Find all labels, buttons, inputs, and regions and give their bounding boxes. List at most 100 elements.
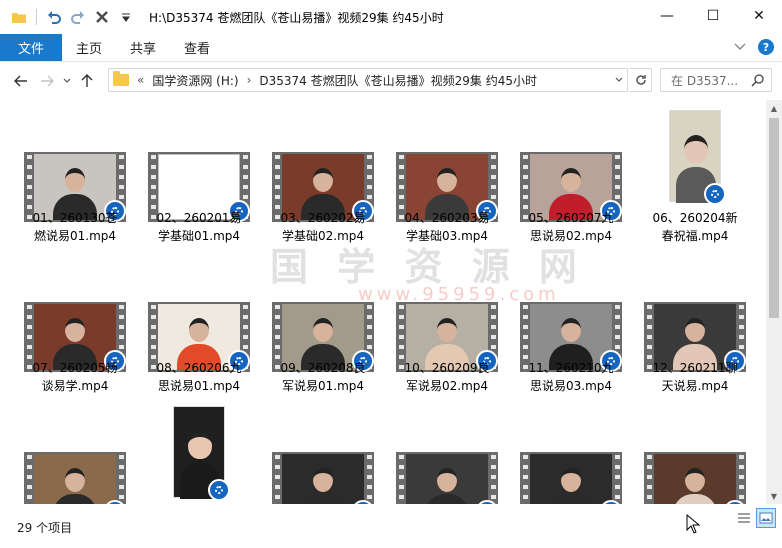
- film-hole: [274, 305, 280, 309]
- file-item[interactable]: 12、260211聊 天说易.mp4: [640, 250, 750, 398]
- file-item[interactable]: [268, 400, 378, 504]
- breadcrumb-overflow[interactable]: «: [137, 73, 144, 87]
- search-icon[interactable]: [751, 73, 765, 90]
- film-hole: [26, 465, 32, 469]
- film-hole: [366, 175, 372, 179]
- film-hole: [26, 345, 32, 349]
- file-item[interactable]: 02、260201易 学基础01.mp4: [144, 100, 254, 248]
- breadcrumb-folder[interactable]: D35374 苍燃团队《苍山易播》视频29集 约45小时: [259, 72, 537, 89]
- file-item[interactable]: 04、260203易 学基础03.mp4: [392, 100, 502, 248]
- file-item[interactable]: 07、260205畅 谈易学.mp4: [20, 250, 130, 398]
- film-hole: [150, 195, 156, 199]
- maximize-button[interactable]: ☐: [690, 0, 736, 32]
- file-item[interactable]: [144, 400, 254, 504]
- film-hole: [490, 155, 496, 159]
- vertical-scrollbar[interactable]: ▲ ▼: [766, 100, 782, 504]
- file-name: 燃说易01.mp4: [33, 229, 117, 243]
- film-hole: [26, 355, 32, 359]
- file-item[interactable]: 03、260202易 学基础02.mp4: [268, 100, 378, 248]
- film-hole: [614, 495, 620, 499]
- film-hole: [274, 315, 280, 319]
- film-hole: [490, 455, 496, 459]
- up-arrow-icon[interactable]: [74, 69, 100, 93]
- back-arrow-icon[interactable]: [8, 69, 34, 93]
- redo-icon[interactable]: [69, 8, 87, 26]
- large-icons-view-button[interactable]: [756, 508, 776, 528]
- title-bar: H:\D35374 苍燃团队《苍山易播》视频29集 约45小时 — ☐ ✕: [0, 0, 782, 34]
- file-name: 09、260208良: [280, 361, 366, 375]
- video-thumbnail: [173, 406, 230, 501]
- film-hole: [398, 175, 404, 179]
- file-item[interactable]: [516, 400, 626, 504]
- film-hole: [614, 475, 620, 479]
- film-hole: [150, 345, 156, 349]
- breadcrumb-drive[interactable]: 国学资源网 (H:): [152, 72, 238, 89]
- scrollbar-thumb[interactable]: [769, 118, 779, 318]
- help-icon[interactable]: ?: [758, 39, 774, 55]
- film-hole: [522, 205, 528, 209]
- recent-locations-icon[interactable]: [60, 69, 74, 93]
- details-view-button[interactable]: [734, 508, 754, 528]
- file-item[interactable]: [20, 400, 130, 504]
- file-name: 11、260210九: [528, 361, 614, 375]
- film-hole: [26, 305, 32, 309]
- film-hole: [118, 345, 124, 349]
- navigation-bar: « 国学资源网 (H:) › D35374 苍燃团队《苍山易播》视频29集 约4…: [0, 66, 782, 96]
- film-hole: [614, 155, 620, 159]
- tab-share[interactable]: 共享: [116, 34, 170, 61]
- close-button[interactable]: ✕: [736, 0, 782, 32]
- tab-home[interactable]: 主页: [62, 34, 116, 61]
- film-hole: [738, 475, 744, 479]
- file-item[interactable]: [392, 400, 502, 504]
- film-hole: [614, 485, 620, 489]
- tab-file[interactable]: 文件: [0, 34, 63, 61]
- film-hole: [490, 335, 496, 339]
- address-bar[interactable]: « 国学资源网 (H:) › D35374 苍燃团队《苍山易播》视频29集 约4…: [108, 68, 628, 92]
- film-hole: [490, 175, 496, 179]
- film-holes: [488, 452, 498, 504]
- scroll-up-icon[interactable]: ▲: [766, 100, 782, 116]
- film-hole: [614, 465, 620, 469]
- forward-arrow-icon[interactable]: [34, 69, 60, 93]
- scroll-down-icon[interactable]: ▼: [766, 488, 782, 504]
- delete-icon[interactable]: [93, 8, 111, 26]
- film-hole: [398, 165, 404, 169]
- film-hole: [398, 495, 404, 499]
- file-item[interactable]: 05、260207九 思说易02.mp4: [516, 100, 626, 248]
- film-hole: [614, 325, 620, 329]
- customize-toolbar-icon[interactable]: [117, 8, 135, 26]
- film-hole: [26, 205, 32, 209]
- tab-view[interactable]: 查看: [170, 34, 224, 61]
- film-hole: [490, 315, 496, 319]
- file-item[interactable]: [640, 400, 750, 504]
- film-hole: [274, 355, 280, 359]
- refresh-button[interactable]: [630, 68, 652, 92]
- file-item[interactable]: 01、260130苍 燃说易01.mp4: [20, 100, 130, 248]
- film-hole: [366, 345, 372, 349]
- breadcrumb-separator[interactable]: ›: [247, 73, 252, 87]
- thumbnail-person: [561, 168, 581, 192]
- video-thumbnail: [520, 452, 622, 504]
- film-hole: [738, 305, 744, 309]
- video-thumbnail: [24, 452, 126, 504]
- thumbnail-body: [301, 494, 345, 504]
- file-item[interactable]: 08、260206九 思说易01.mp4: [144, 250, 254, 398]
- video-frame: [406, 454, 488, 504]
- search-input[interactable]: 在 D3537...: [660, 68, 772, 92]
- film-hole: [26, 195, 32, 199]
- film-hole: [398, 155, 404, 159]
- film-hole: [522, 165, 528, 169]
- film-hole: [398, 455, 404, 459]
- thumbnail-person: [65, 168, 85, 192]
- minimize-button[interactable]: —: [644, 0, 690, 32]
- film-hole: [398, 475, 404, 479]
- film-hole: [26, 335, 32, 339]
- film-holes: [272, 452, 282, 504]
- file-item[interactable]: 06、260204新 春祝福.mp4: [640, 100, 750, 248]
- film-hole: [366, 465, 372, 469]
- undo-icon[interactable]: [45, 8, 63, 26]
- address-dropdown-icon[interactable]: [615, 75, 623, 86]
- expand-ribbon-icon[interactable]: [734, 40, 746, 54]
- film-hole: [274, 455, 280, 459]
- thumbnail-person: [437, 168, 457, 192]
